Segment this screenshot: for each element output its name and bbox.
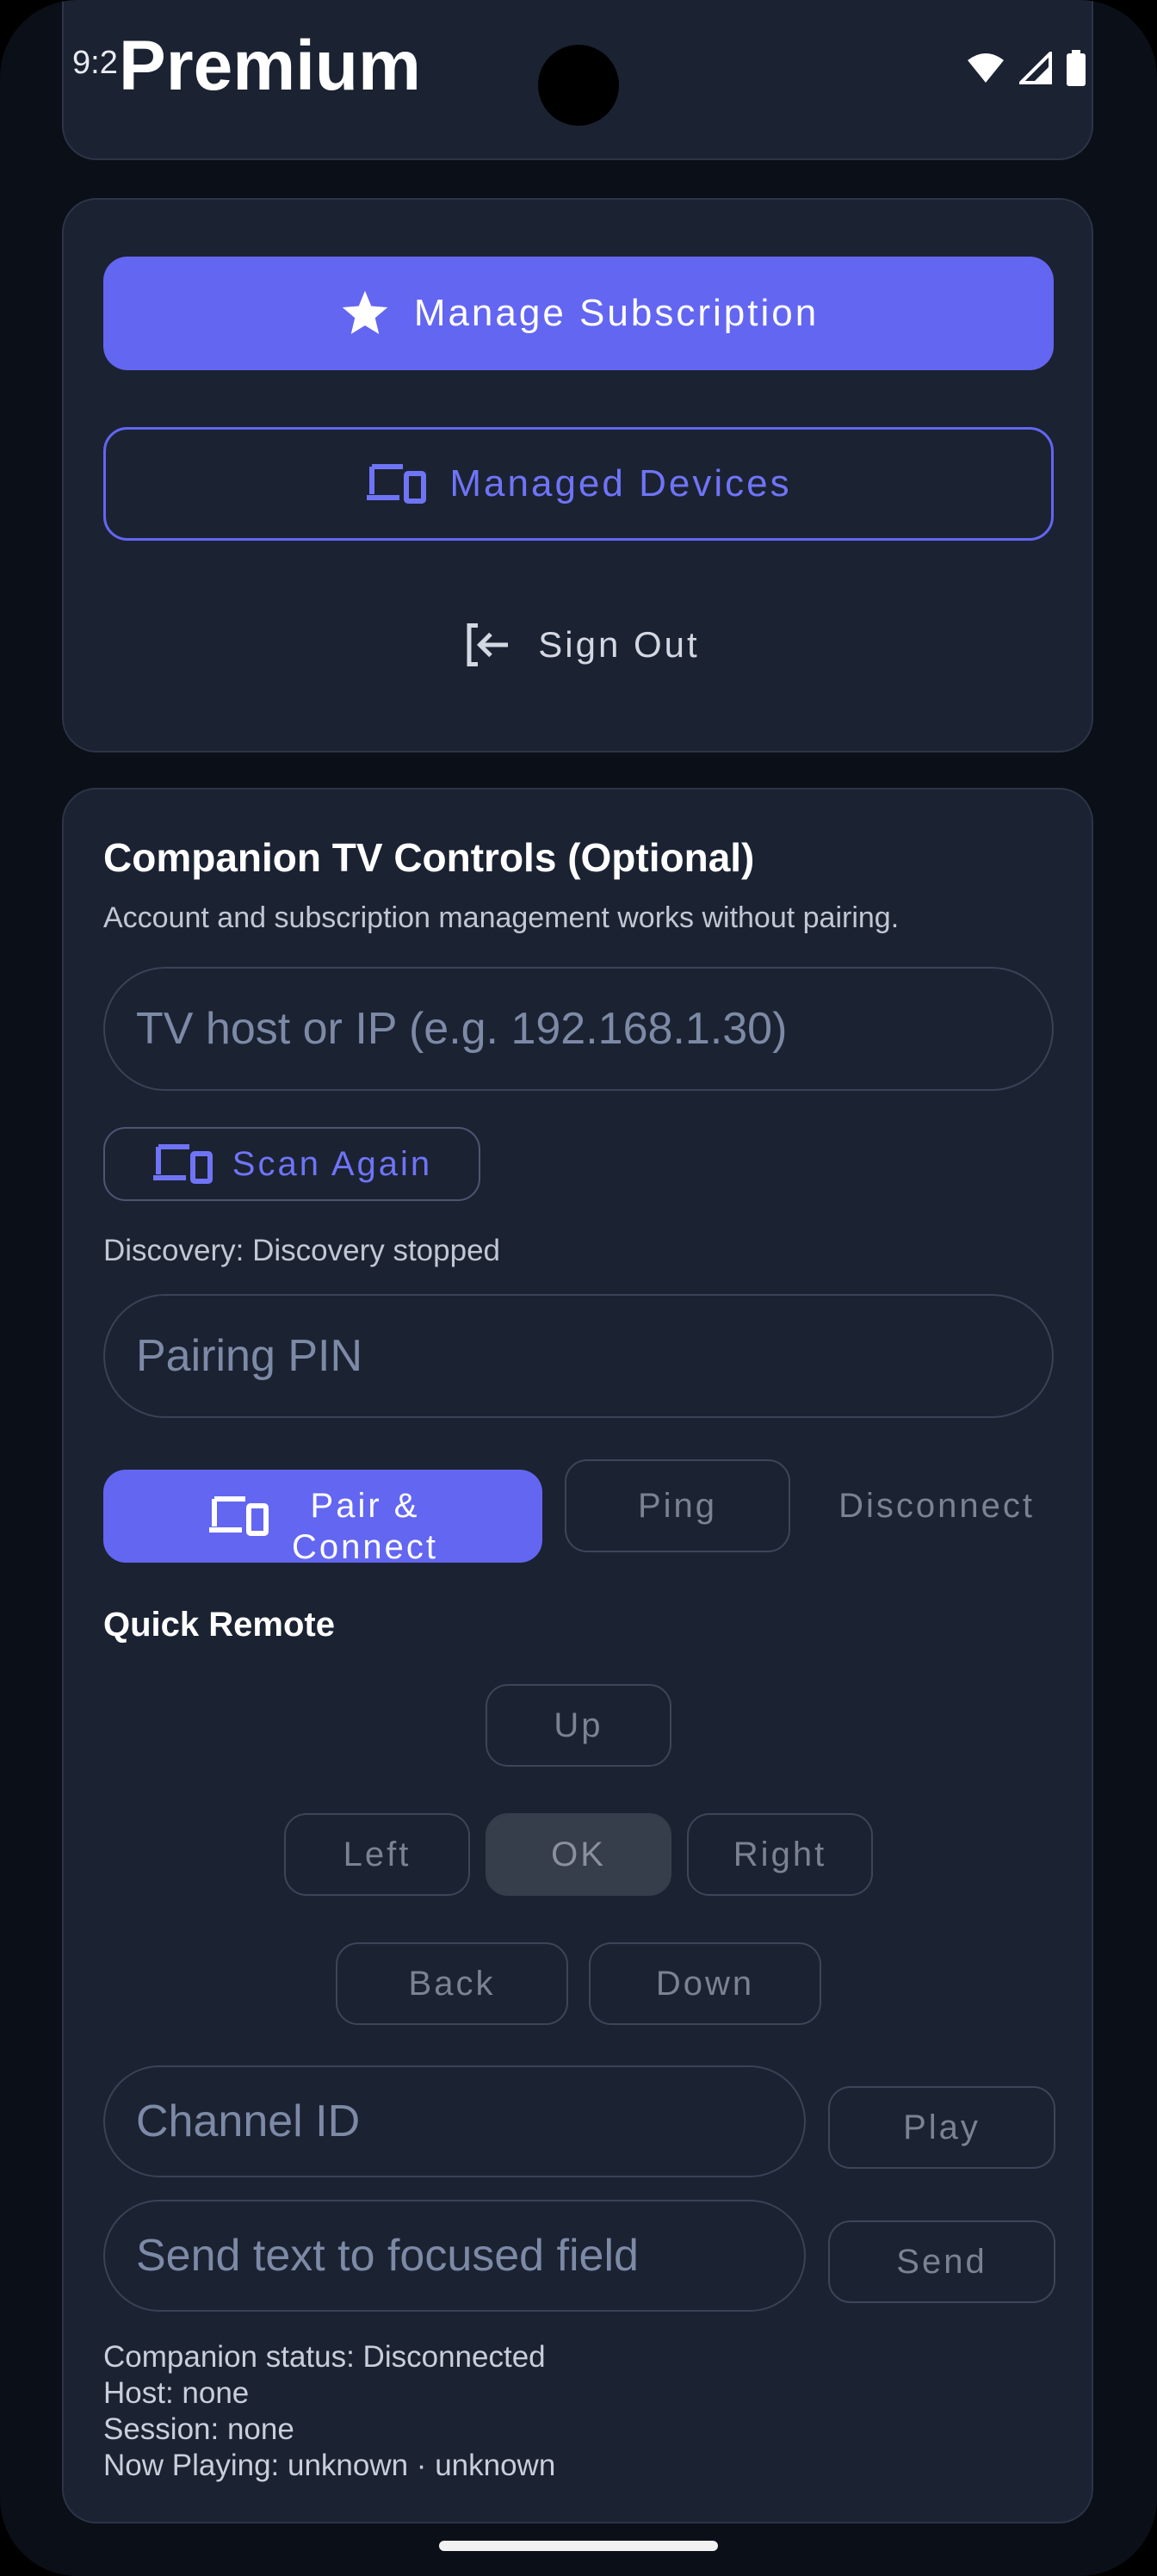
devices-icon [209, 1496, 269, 1536]
camera-cutout [538, 45, 619, 126]
account-actions-card: Manage Subscription Managed Devices Sign… [62, 198, 1093, 752]
companion-status-text: Companion status: Disconnected [103, 2340, 546, 2374]
send-text-placeholder: Send text to focused field [136, 2231, 639, 2281]
back-label: Back [408, 1964, 496, 2003]
scan-again-button[interactable]: Scan Again [103, 1127, 480, 1201]
signal-icon [1019, 52, 1052, 84]
companion-card-body: Companion TV Controls (Optional) Account… [62, 788, 1093, 2523]
left-button[interactable]: Left [284, 1813, 470, 1896]
back-button[interactable]: Back [336, 1942, 568, 2025]
companion-subtitle: Account and subscription management work… [103, 901, 900, 934]
sign-out-button[interactable]: Sign Out [391, 606, 770, 684]
managed-devices-button[interactable]: Managed Devices [103, 427, 1054, 541]
home-indicator[interactable] [439, 2541, 718, 2551]
pair-connect-button[interactable]: Pair & Connect [103, 1470, 542, 1563]
pairing-pin-input[interactable]: Pairing PIN [103, 1294, 1054, 1418]
status-bar: 9:2 Premium [0, 0, 1157, 126]
play-button[interactable]: Play [828, 2086, 1055, 2169]
ok-button[interactable]: OK [486, 1813, 671, 1896]
now-playing-text: Now Playing: unknown · unknown [103, 2449, 556, 2482]
down-button[interactable]: Down [589, 1942, 821, 2025]
up-button[interactable]: Up [486, 1684, 671, 1767]
up-label: Up [554, 1706, 603, 1744]
battery-icon [1067, 50, 1086, 86]
page-title: Premium [119, 27, 421, 105]
send-button[interactable]: Send [828, 2220, 1055, 2303]
scan-again-label: Scan Again [232, 1144, 433, 1183]
ping-label: Ping [637, 1486, 718, 1525]
sign-out-icon [467, 623, 509, 666]
wifi-icon [968, 53, 1004, 83]
disconnect-button[interactable]: Disconnect [813, 1459, 1061, 1552]
session-text: Session: none [103, 2412, 294, 2446]
play-label: Play [903, 2108, 981, 2146]
tv-host-placeholder: TV host or IP (e.g. 192.168.1.30) [136, 1004, 788, 1054]
devices-icon [152, 1144, 213, 1184]
left-label: Left [343, 1835, 411, 1873]
manage-subscription-label: Manage Subscription [413, 292, 820, 334]
managed-devices-label: Managed Devices [449, 462, 792, 505]
quick-remote-title: Quick Remote [103, 1606, 335, 1644]
tv-host-input[interactable]: TV host or IP (e.g. 192.168.1.30) [103, 967, 1054, 1091]
disconnect-label: Disconnect [838, 1486, 1035, 1525]
host-text: Host: none [103, 2376, 250, 2410]
send-text-input[interactable]: Send text to focused field [103, 2200, 806, 2312]
devices-icon [367, 464, 427, 504]
pair-connect-label: Pair & Connect [292, 1487, 438, 1563]
status-time: 9:2 [72, 45, 118, 81]
app-screen: 9:2 Premium Manage Subscription Managed … [0, 0, 1157, 2576]
sign-out-label: Sign Out [538, 624, 700, 665]
manage-subscription-button[interactable]: Manage Subscription [103, 257, 1054, 370]
right-label: Right [733, 1835, 827, 1873]
channel-id-placeholder: Channel ID [136, 2096, 361, 2146]
send-label: Send [896, 2242, 987, 2281]
system-icons [966, 50, 1086, 86]
ping-button[interactable]: Ping [565, 1459, 790, 1552]
pairing-pin-placeholder: Pairing PIN [136, 1331, 362, 1381]
ok-label: OK [551, 1835, 606, 1873]
channel-id-input[interactable]: Channel ID [103, 2065, 806, 2177]
right-button[interactable]: Right [687, 1813, 873, 1896]
down-label: Down [655, 1964, 755, 2003]
star-icon [342, 290, 388, 334]
companion-title: Companion TV Controls (Optional) [103, 835, 755, 880]
discovery-status: Discovery: Discovery stopped [103, 1234, 500, 1267]
